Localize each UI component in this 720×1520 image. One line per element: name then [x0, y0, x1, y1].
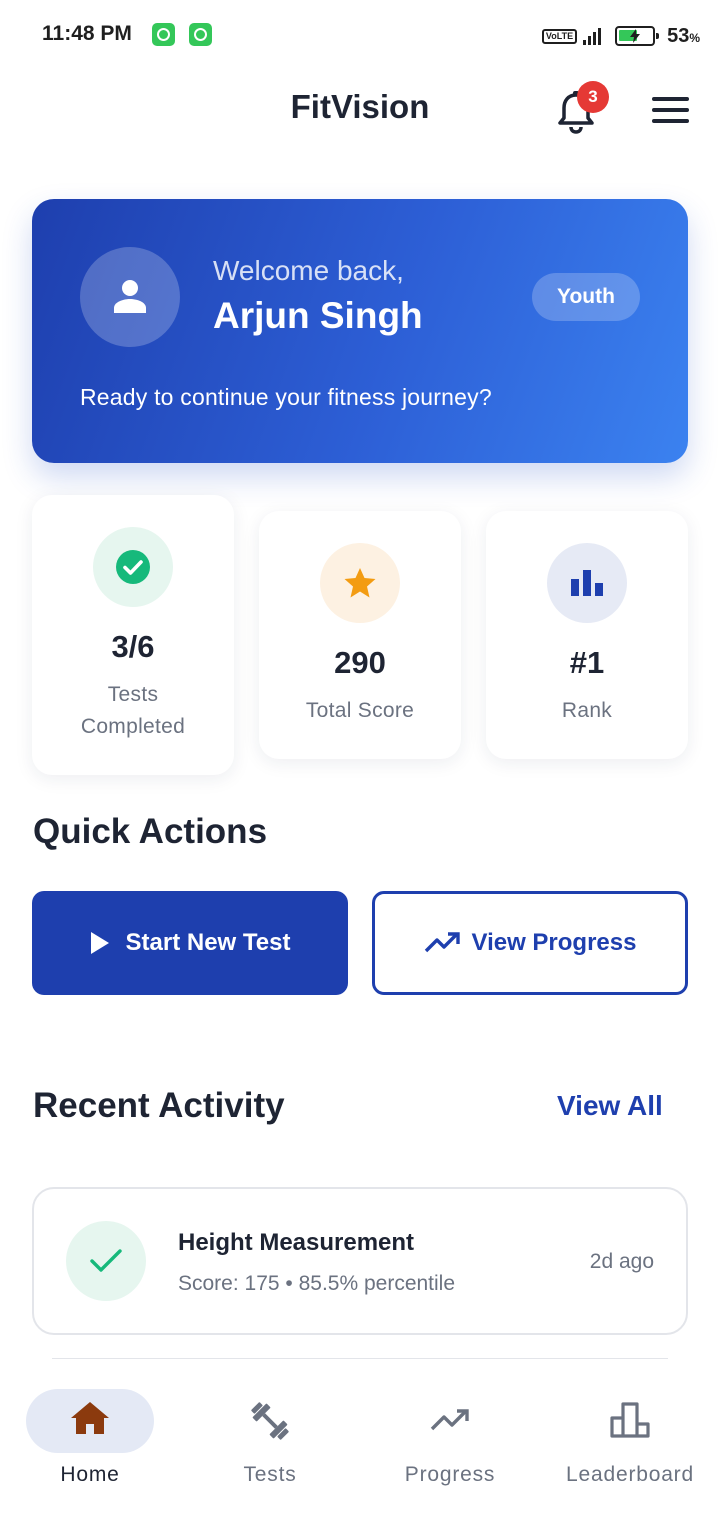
play-icon: [90, 932, 109, 954]
activity-item[interactable]: Height Measurement Score: 175 • 85.5% pe…: [32, 1187, 688, 1335]
signal-icon: [583, 27, 602, 45]
view-all-link[interactable]: View All: [557, 1090, 663, 1122]
nav-item-tests[interactable]: Tests: [180, 1370, 360, 1510]
stat-icon-bg: [320, 543, 400, 623]
welcome-greeting: Welcome back,: [213, 255, 404, 286]
nav-item-leaderboard[interactable]: Leaderboard: [540, 1370, 720, 1510]
person-icon: [114, 280, 146, 313]
avatar[interactable]: [80, 247, 180, 347]
home-icon: [71, 1402, 109, 1434]
stat-label: Rank: [561, 699, 613, 722]
stat-label: Tests Completed: [80, 683, 186, 738]
divider: [52, 1358, 668, 1359]
stat-label: Total Score: [305, 699, 415, 722]
battery-percent: 53%: [667, 24, 700, 47]
recent-activity-title: Recent Activity: [33, 1086, 285, 1125]
status-time: 11:48 PM: [42, 22, 132, 45]
welcome-card: Welcome back, Arjun Singh Youth Ready to…: [32, 199, 688, 463]
stat-value: #1: [569, 645, 605, 680]
volte-icon: VoLTE: [541, 28, 578, 44]
stat-card-score[interactable]: 290 Total Score: [259, 511, 461, 759]
check-circle-icon: [116, 550, 150, 584]
battery-icon: [615, 26, 660, 46]
view-progress-label: View Progress: [471, 929, 637, 956]
stat-card-tests[interactable]: 3/6 Tests Completed: [32, 495, 234, 775]
status-bar: 11:48 PM VoLTE 53%: [0, 0, 720, 70]
user-name: Arjun Singh: [213, 295, 423, 336]
activity-time: 2d ago: [589, 1250, 654, 1273]
stat-card-rank[interactable]: #1 Rank: [486, 511, 688, 759]
stat-value: 3/6: [111, 629, 155, 664]
stat-icon-bg: [93, 527, 173, 607]
menu-button[interactable]: [652, 97, 692, 127]
app-title: FitVision: [290, 88, 430, 125]
notification-badge: 3: [577, 81, 609, 113]
status-indicators: VoLTE 53%: [541, 22, 700, 50]
category-badge: Youth: [532, 273, 640, 321]
view-progress-button[interactable]: View Progress: [372, 891, 688, 995]
activity-title: Height Measurement: [178, 1229, 415, 1256]
nav-label: Home: [60, 1463, 120, 1486]
app-notification-icon: [152, 23, 175, 46]
stat-value: 290: [334, 645, 386, 680]
check-icon: [90, 1249, 122, 1272]
stat-icon-bg: [547, 543, 627, 623]
quick-actions-title: Quick Actions: [33, 812, 268, 851]
nav-item-progress[interactable]: Progress: [360, 1370, 540, 1510]
welcome-subtitle: Ready to continue your fitness journey?: [80, 384, 492, 410]
trending-up-icon: [430, 1409, 469, 1431]
dumbbell-icon: [251, 1402, 289, 1440]
activity-icon-bg: [66, 1221, 146, 1301]
nav-label: Tests: [243, 1463, 297, 1486]
leaderboard-icon: [610, 1402, 650, 1438]
bar-chart-icon: [571, 570, 603, 596]
nav-item-home[interactable]: Home: [0, 1370, 180, 1510]
activity-meta: Score: 175 • 85.5% percentile: [178, 1272, 456, 1295]
trending-up-icon: [424, 932, 460, 953]
app-notification-icon: [189, 23, 212, 46]
nav-label: Progress: [404, 1463, 496, 1486]
nav-label: Leaderboard: [566, 1463, 694, 1486]
start-new-test-label: Start New Test: [125, 929, 291, 956]
start-new-test-button[interactable]: Start New Test: [32, 891, 348, 995]
bottom-nav: Home Tests Progress Leaderboard: [0, 1370, 720, 1520]
star-icon: [344, 568, 376, 598]
